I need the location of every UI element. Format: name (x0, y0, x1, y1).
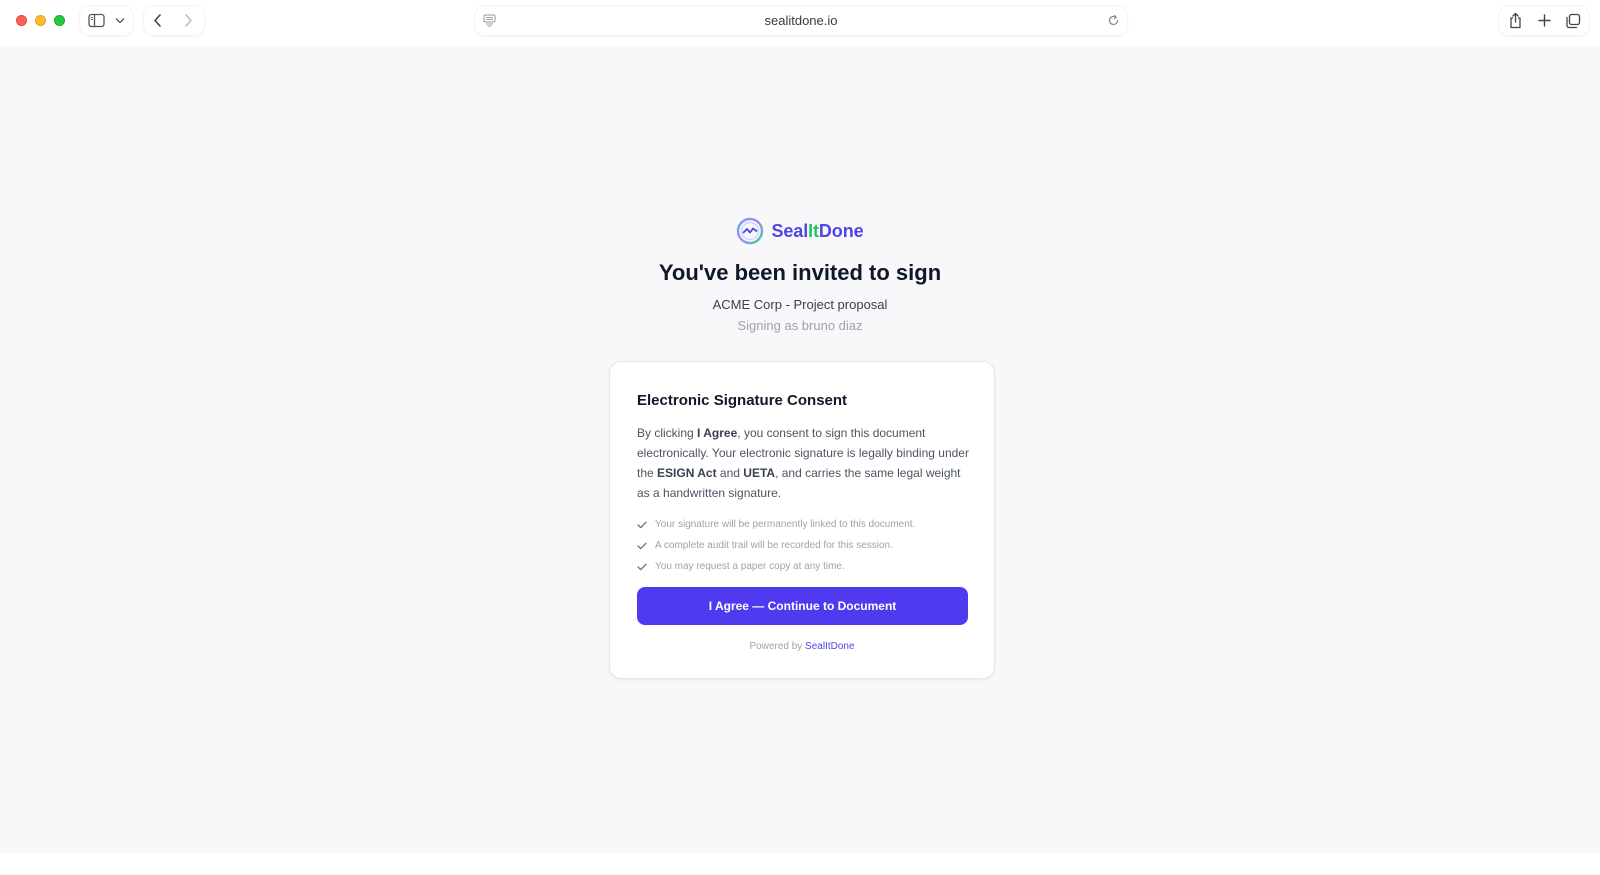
brand-name: SealItDone (771, 220, 864, 241)
checklist-item-text: You may request a paper copy at any time… (655, 561, 845, 572)
checklist-item: Your signature will be permanently linke… (637, 514, 977, 535)
consent-card: Electronic Signature Consent By clicking… (609, 361, 995, 679)
forward-arrow-icon[interactable] (182, 13, 194, 28)
checklist-item: You may request a paper copy at any time… (637, 556, 977, 577)
close-window-button[interactable] (16, 15, 27, 26)
window-actions-group (1499, 6, 1589, 35)
check-icon (637, 521, 647, 528)
reload-icon[interactable] (1107, 14, 1120, 27)
chevron-down-icon[interactable] (115, 17, 125, 25)
powered-by-link[interactable]: SealItDone (805, 641, 854, 652)
tab-overview-icon[interactable] (1565, 13, 1581, 29)
check-icon (637, 563, 647, 570)
page-title: You've been invited to sign (658, 260, 942, 285)
brand-header: SealItDone (0, 216, 1600, 246)
sealitdone-logo-icon (736, 217, 764, 245)
window-bottom-edge (0, 853, 1600, 875)
new-tab-icon[interactable] (1538, 14, 1551, 27)
back-arrow-icon[interactable] (152, 13, 164, 28)
minimize-window-button[interactable] (35, 15, 46, 26)
page-content: SealItDone You've been invited to sign A… (0, 46, 1600, 853)
consent-checklist: Your signature will be permanently linke… (637, 514, 977, 577)
document-name: ACME Corp - Project proposal (712, 297, 888, 312)
consent-text: By clicking I Agree, you consent to sign… (637, 426, 969, 500)
url-text[interactable]: sealitdone.io (475, 13, 1127, 28)
checklist-item: A complete audit trail will be recorded … (637, 535, 977, 556)
signer-label: Signing as bruno diaz (737, 318, 863, 333)
zoom-window-button[interactable] (54, 15, 65, 26)
browser-toolbar: sealitdone.io (0, 0, 1600, 46)
navigation-group (144, 6, 204, 35)
powered-by: Powered by SealItDone (610, 641, 994, 652)
share-icon[interactable] (1508, 12, 1523, 29)
check-icon (637, 542, 647, 549)
address-bar[interactable]: sealitdone.io (475, 6, 1127, 35)
checklist-item-text: Your signature will be permanently linke… (655, 519, 916, 530)
checklist-item-text: A complete audit trail will be recorded … (655, 540, 893, 551)
browser-window: sealitdone.io SealItDone You've been inv… (0, 0, 1600, 875)
powered-by-label: Powered by (749, 641, 803, 652)
consent-title: Electronic Signature Consent (637, 392, 848, 409)
agree-continue-button[interactable]: I Agree — Continue to Document (637, 587, 968, 625)
sidebar-icon[interactable] (88, 13, 105, 28)
sidebar-toggle-group (80, 6, 133, 35)
